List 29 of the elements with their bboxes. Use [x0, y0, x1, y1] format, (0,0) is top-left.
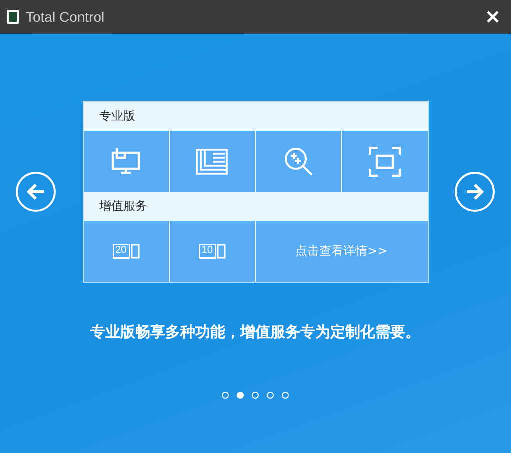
feature-tile[interactable] [84, 131, 169, 192]
page-dot[interactable] [222, 392, 229, 399]
device-count: 20 [112, 244, 130, 259]
caption: 专业版畅享多种功能，增值服务专为定制化需要。 [90, 323, 420, 342]
close-icon [487, 11, 499, 23]
window-title: Total Control [26, 9, 106, 25]
feature-tile[interactable] [256, 131, 342, 192]
phone-icon [130, 244, 140, 259]
layout-icon [195, 148, 230, 176]
page-dot[interactable] [282, 392, 289, 399]
details-link[interactable]: 点击查看详情>> [256, 221, 428, 282]
feature-tile[interactable] [170, 131, 255, 192]
feature-tile[interactable] [342, 131, 428, 192]
previous-button[interactable] [16, 172, 56, 212]
device-plan-tile[interactable]: 20 [84, 221, 169, 282]
page-dot[interactable] [267, 392, 274, 399]
page-dot[interactable] [237, 392, 244, 399]
zoom-in-icon [282, 146, 315, 178]
app-icon [6, 9, 20, 25]
section-title: 增值服务 [98, 198, 148, 215]
phone-icon [216, 244, 226, 259]
page-dot[interactable] [252, 392, 259, 399]
screen-capture-icon [368, 146, 401, 176]
device-plan-tile[interactable]: 10 [170, 221, 255, 282]
arrow-right-icon [465, 183, 485, 201]
section-title: 专业版 [98, 108, 136, 125]
arrow-left-icon [26, 183, 46, 201]
next-button[interactable] [455, 172, 495, 212]
device-count: 10 [198, 244, 216, 259]
